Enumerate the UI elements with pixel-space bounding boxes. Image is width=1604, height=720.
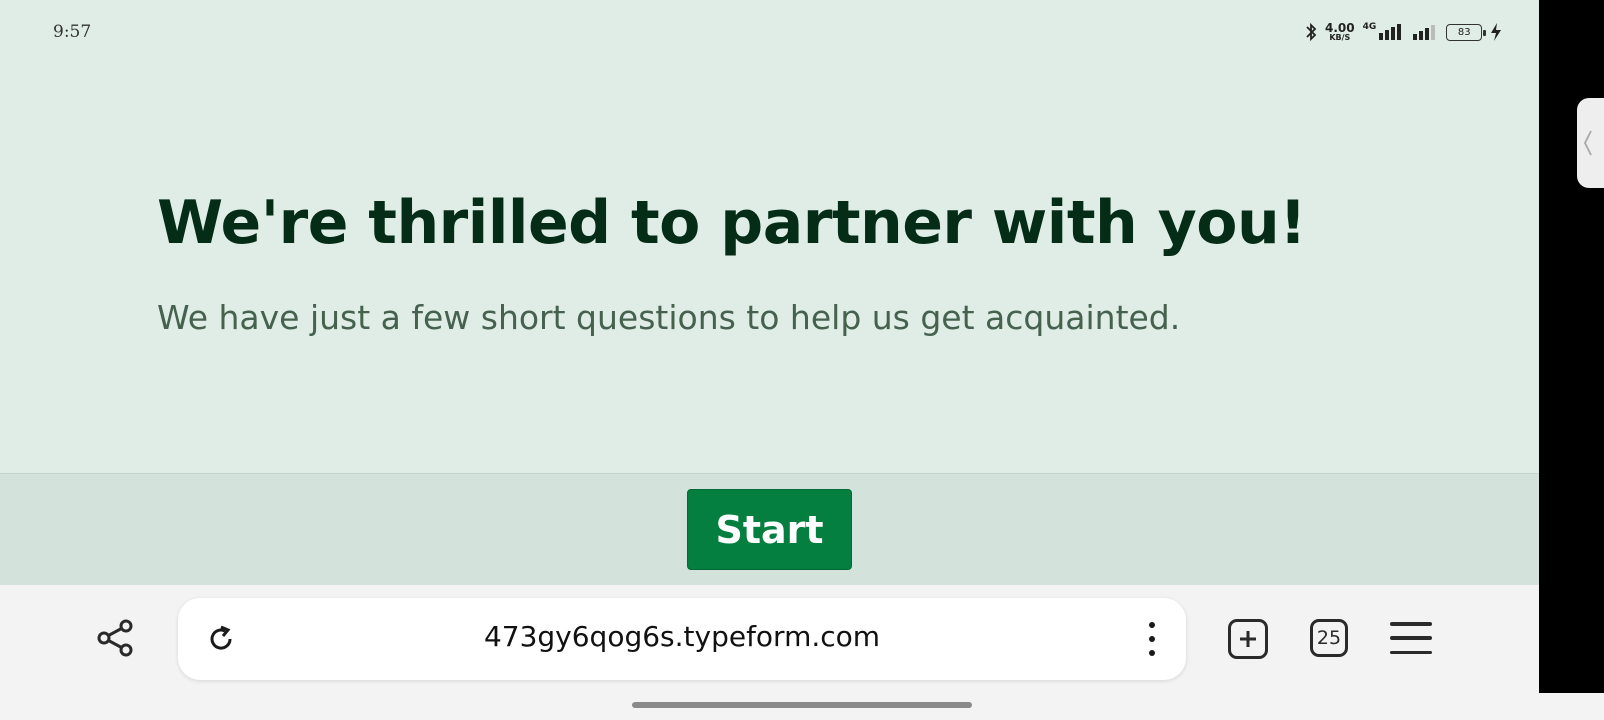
menu-button[interactable] xyxy=(1390,622,1432,654)
battery-level: 83 xyxy=(1457,26,1471,38)
menu-icon xyxy=(1390,622,1432,626)
tabs-button[interactable]: 25 xyxy=(1310,619,1348,657)
new-tab-button[interactable] xyxy=(1228,619,1268,659)
chevron-left-icon xyxy=(1583,130,1592,156)
share-icon xyxy=(97,619,133,657)
battery-icon: 83 xyxy=(1446,23,1487,41)
more-options-button[interactable] xyxy=(1140,618,1164,660)
page-subtitle: We have just a few short questions to he… xyxy=(157,298,1181,337)
url-text[interactable]: 473gy6qog6s.typeform.com xyxy=(178,620,1186,653)
network-speed: 4.00 KB/S xyxy=(1325,22,1355,42)
network-type-label: 4G xyxy=(1362,22,1377,32)
page-title: We're thrilled to partner with you! xyxy=(157,188,1307,258)
tabs-count: 25 xyxy=(1316,627,1342,649)
new-tab-icon xyxy=(1240,631,1256,647)
status-time: 9:57 xyxy=(53,22,92,42)
network-speed-unit: KB/S xyxy=(1329,33,1351,42)
address-bar[interactable]: 473gy6qog6s.typeform.com xyxy=(178,598,1186,680)
home-indicator[interactable] xyxy=(632,702,972,708)
bluetooth-icon xyxy=(1306,22,1317,42)
start-button[interactable]: Start xyxy=(687,489,852,570)
signal-icon-secondary xyxy=(1413,25,1436,40)
share-button[interactable] xyxy=(95,618,135,658)
status-icons: 4.00 KB/S 4G 83 xyxy=(1305,20,1502,44)
signal-icon xyxy=(1379,24,1402,40)
edge-panel-handle[interactable] xyxy=(1577,98,1604,188)
charging-icon xyxy=(1491,23,1502,41)
more-vertical-icon xyxy=(1149,622,1155,628)
